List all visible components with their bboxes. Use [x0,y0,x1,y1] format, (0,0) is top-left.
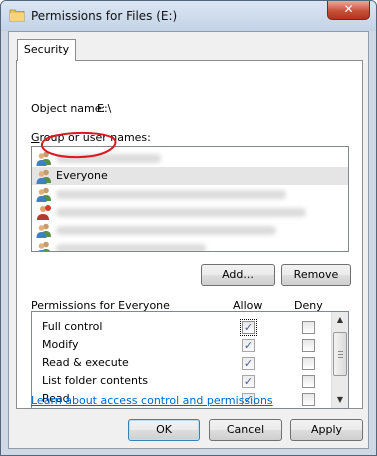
permission-name: Full control [42,320,103,333]
permission-row: Full control ✓ [32,318,332,336]
redacted-name [56,226,276,235]
permission-row: Read & execute ✓ [32,354,332,372]
folder-icon [9,9,25,22]
list-item-everyone[interactable]: Everyone [32,167,348,185]
object-name-label: Object name: [31,102,106,115]
deny-checkbox[interactable] [302,375,315,388]
user-restricted-icon [37,205,51,220]
permissions-scrollbar[interactable]: ▲ ▼ [331,312,348,408]
permission-row: Modify ✓ [32,336,332,354]
scroll-down-icon[interactable]: ▼ [332,392,348,408]
window-title: Permissions for Files (E:) [31,9,178,23]
deny-checkbox[interactable] [302,393,315,406]
apply-button[interactable]: Apply [290,419,363,441]
permission-name: Modify [42,338,79,351]
deny-checkbox[interactable] [302,357,315,370]
deny-checkbox[interactable] [302,339,315,352]
list-item[interactable] [32,221,348,239]
redacted-name [56,244,206,251]
grip-line [338,354,343,355]
permission-name: List folder contents [42,374,148,387]
allow-checkbox[interactable]: ✓ [242,339,255,352]
red-annotation-ellipse [41,131,117,159]
checkmark-icon: ✓ [243,357,254,370]
scroll-up-icon[interactable]: ▲ [332,312,348,328]
tab-security[interactable]: Security [17,39,76,61]
permission-row: List folder contents ✓ [32,372,332,390]
redacted-name [56,190,286,199]
grip-line [338,357,343,358]
permissions-dialog: Permissions for Files (E:) ✕ Security Ob… [0,0,377,456]
allow-checkbox[interactable]: ✓ [242,357,255,370]
user-group-icon [36,187,51,202]
list-item-label: Everyone [56,169,108,182]
list-item[interactable] [32,185,348,203]
allow-checkbox[interactable]: ✓ [240,319,257,336]
remove-button[interactable]: Remove [281,264,351,286]
user-group-icon [36,223,51,238]
add-button[interactable]: Add... [201,264,275,286]
deny-checkbox[interactable] [302,321,315,334]
access-control-help-link[interactable]: Learn about access control and permissio… [31,394,273,407]
close-button[interactable]: ✕ [327,1,370,20]
title-bar[interactable]: Permissions for Files (E:) ✕ [1,1,376,31]
dialog-body: Security Object name: E:\ Group or user … [8,31,369,449]
user-group-icon [36,169,51,184]
allow-checkbox[interactable]: ✓ [242,375,255,388]
cancel-button[interactable]: Cancel [209,419,282,441]
checkmark-icon: ✓ [243,339,254,352]
security-tab-panel: Object name: E:\ Group or user names: Ev… [16,60,363,409]
object-name-value: E:\ [97,102,112,115]
list-item[interactable] [32,203,348,221]
grip-line [338,351,343,352]
list-item[interactable] [32,239,348,251]
permission-name: Read & execute [42,356,129,369]
ok-button[interactable]: OK [128,419,200,441]
checkmark-icon: ✓ [243,375,254,388]
close-icon: ✕ [343,2,354,16]
checkmark-icon: ✓ [243,321,254,334]
redacted-name [56,208,306,217]
group-user-list[interactable]: Everyone [31,146,349,252]
scrollbar-thumb[interactable] [333,332,347,376]
user-group-icon [38,241,51,251]
